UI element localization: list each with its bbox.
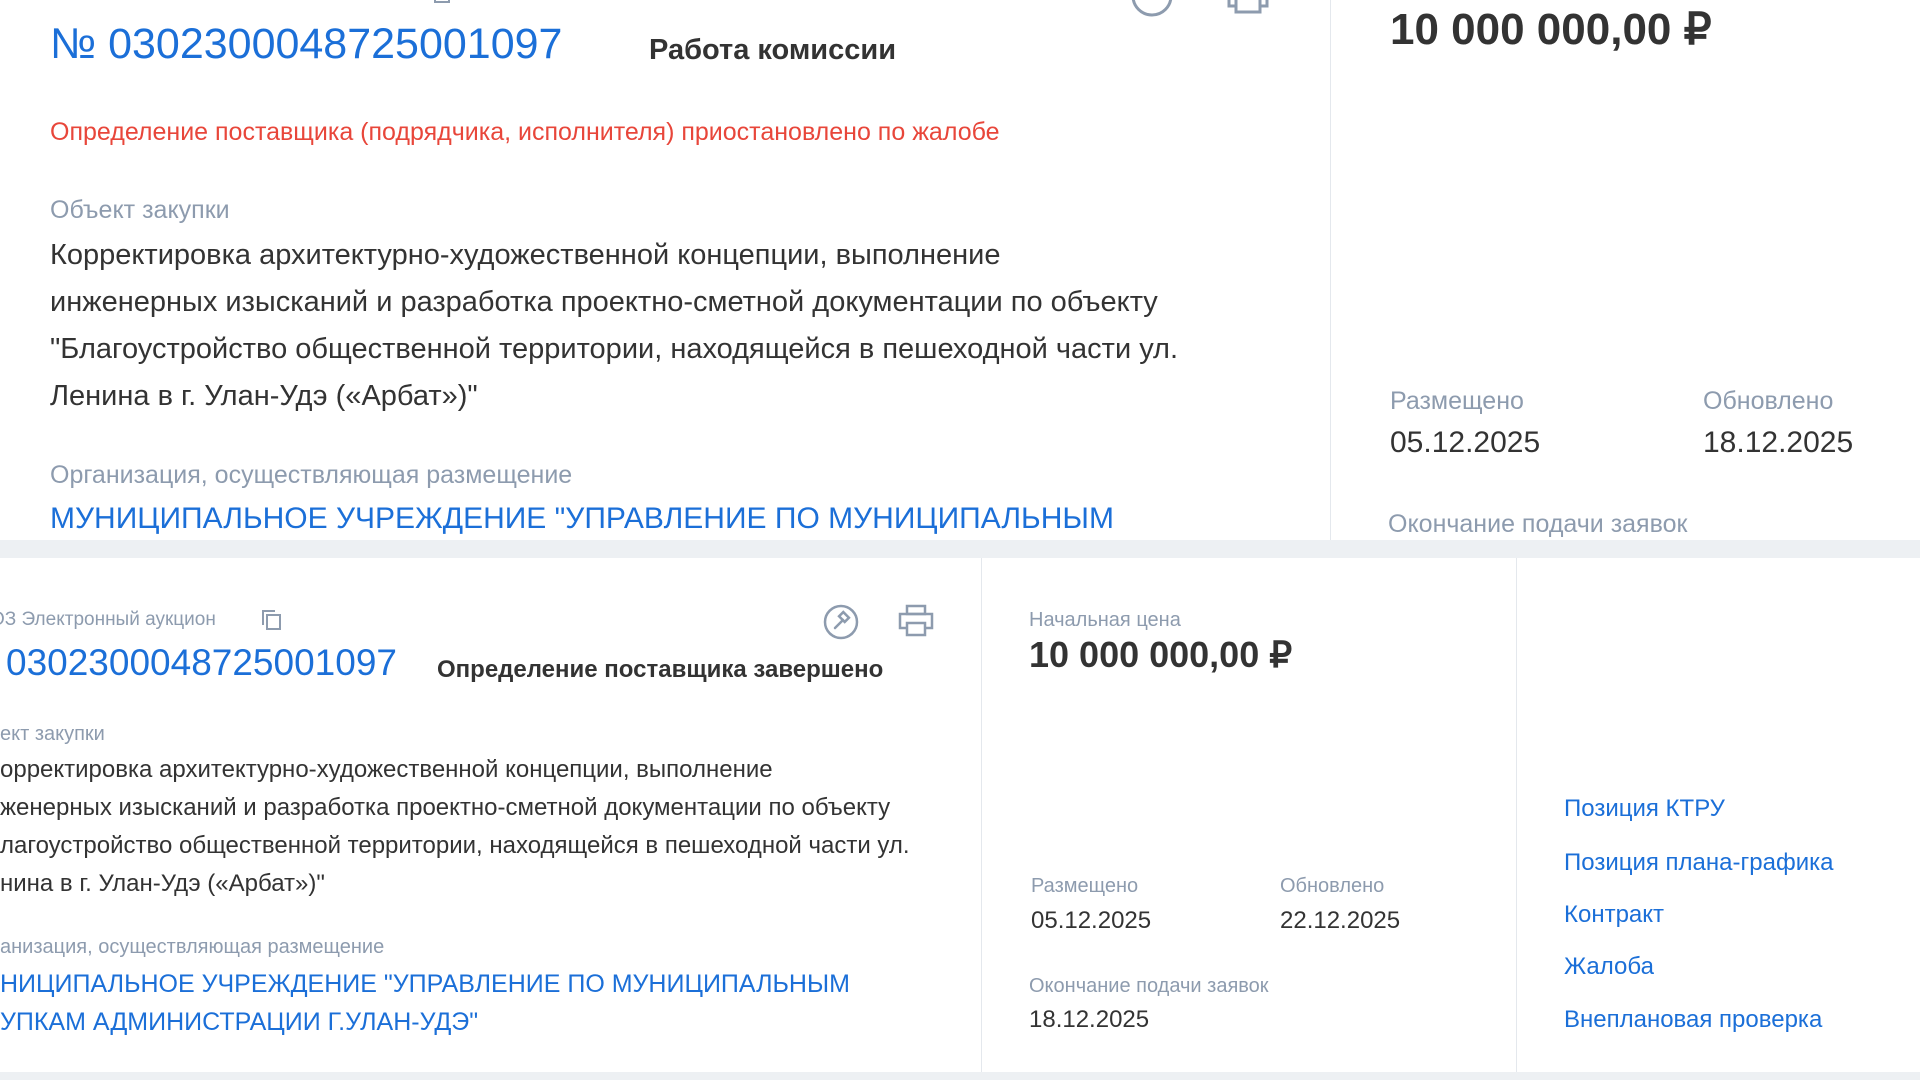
updated-label: Обновлено: [1280, 875, 1385, 897]
placed-date: 05.12.2025: [1031, 907, 1152, 934]
org-name-link[interactable]: НИЦИПАЛЬНОЕ УЧРЕЖДЕНИЕ "УПРАВЛЕНИЕ ПО МУ…: [0, 965, 850, 1003]
placed-date: 05.12.2025: [1390, 426, 1541, 459]
bottom-purchase-card: ОЗ Электронный аукцион 03023000487250010…: [0, 558, 1920, 1072]
org-name: НИЦИПАЛЬНОЕ УЧРЕЖДЕНИЕ "УПРАВЛЕНИЕ ПО МУ…: [0, 965, 850, 1041]
object-line: Корректировка архитектурно-художественно…: [50, 239, 1001, 271]
card-divider: [1330, 0, 1331, 540]
suspension-alert: Определение поставщика (подрядчика, испо…: [50, 118, 1000, 146]
purchase-status: Работа комиссии: [649, 34, 897, 66]
price-label: Начальная цена: [1029, 609, 1181, 631]
law-hammer-icon[interactable]: [822, 603, 860, 641]
updated-label: Обновлено: [1703, 387, 1834, 415]
purchase-number-link[interactable]: № 0302300048725001097: [50, 20, 562, 69]
org-name-link[interactable]: УПКАМ АДМИНИСТРАЦИИ Г.УЛАН-УДЭ": [0, 1003, 850, 1041]
deadline-date: 18.12.2025: [1029, 1006, 1150, 1033]
placed-label: Размещено: [1390, 387, 1524, 415]
org-name-link[interactable]: МУНИЦИПАЛЬНОЕ УЧРЕЖДЕНИЕ "УПРАВЛЕНИЕ ПО …: [50, 502, 1114, 536]
object-line: нина в г. Улан-Удэ («Арбат»)": [0, 870, 325, 897]
link-plan-schedule-position[interactable]: Позиция плана-графика: [1564, 849, 1833, 877]
placed-label: Размещено: [1031, 875, 1139, 897]
price-value: 10 000 000,00 ₽: [1029, 634, 1293, 675]
updated-date: 22.12.2025: [1280, 907, 1401, 934]
deadline-label: Окончание подачи заявок: [1388, 510, 1688, 538]
object-line: орректировка архитектурно-художественной…: [0, 756, 773, 783]
print-icon[interactable]: [898, 604, 934, 638]
purchase-number-link[interactable]: 0302300048725001097: [6, 642, 397, 684]
purchase-status: Определение поставщика завершено: [437, 656, 884, 683]
link-contract[interactable]: Контракт: [1564, 901, 1664, 929]
object-line: лагоустройство общественной территории, …: [0, 832, 910, 859]
org-label: анизация, осуществляющая размещение: [0, 936, 385, 958]
print-icon[interactable]: [1226, 0, 1270, 16]
link-ktru-position[interactable]: Позиция КТРУ: [1564, 795, 1725, 823]
link-unscheduled-inspection[interactable]: Внеплановая проверка: [1564, 1006, 1822, 1034]
updated-date: 18.12.2025: [1703, 426, 1854, 459]
object-line: женерных изысканий и разработка проектно…: [0, 794, 891, 821]
card-divider: [981, 558, 982, 1072]
card-divider: [1516, 558, 1517, 1072]
object-description: орректировка архитектурно-художественной…: [0, 751, 910, 903]
copy-icon[interactable]: [432, 0, 458, 6]
copy-icon[interactable]: [260, 608, 284, 632]
org-label: Организация, осуществляющая размещение: [50, 461, 573, 489]
deadline-label: Окончание подачи заявок: [1029, 975, 1269, 997]
law-hammer-icon[interactable]: [1130, 0, 1174, 18]
top-purchase-card: № 0302300048725001097 Работа комиссии Оп…: [0, 0, 1920, 540]
price-value: 10 000 000,00 ₽: [1390, 5, 1712, 54]
object-line: "Благоустройство общественной территории…: [50, 333, 1179, 365]
law-type-label: ОЗ Электронный аукцион: [0, 609, 216, 630]
object-line: инженерных изысканий и разработка проект…: [50, 286, 1158, 318]
object-label: Объект закупки: [50, 196, 230, 224]
object-label: ект закупки: [0, 723, 105, 745]
object-line: Ленина в г. Улан-Удэ («Арбат»)": [50, 380, 478, 412]
object-description: Корректировка архитектурно-художественно…: [50, 232, 1178, 420]
link-complaint[interactable]: Жалоба: [1564, 953, 1654, 981]
